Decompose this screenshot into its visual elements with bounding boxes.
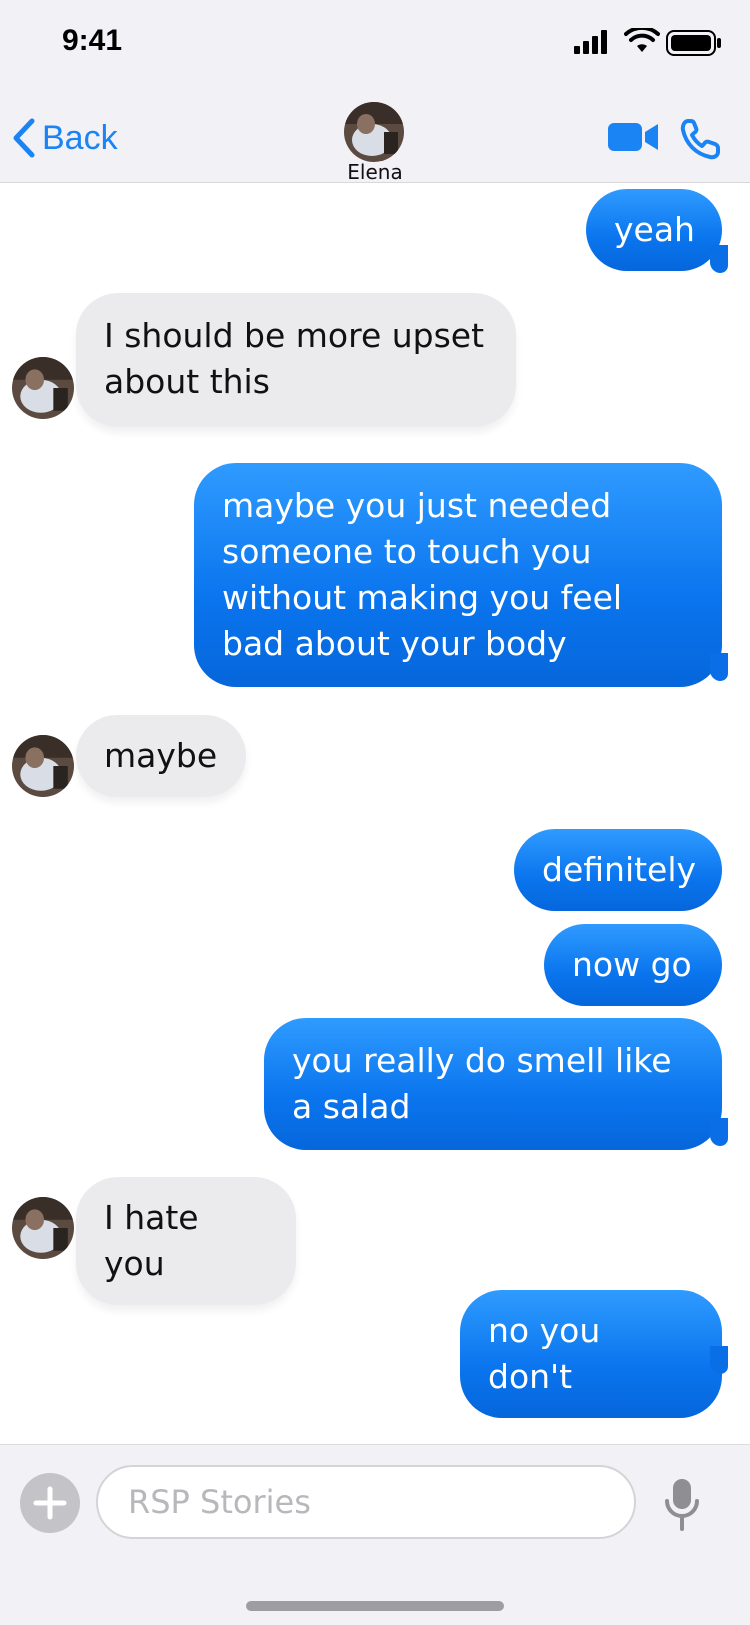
bubble-tail	[710, 653, 728, 681]
plus-icon	[33, 1486, 67, 1520]
battery-icon	[666, 30, 721, 56]
cellular-signal-icon	[574, 30, 607, 54]
bubble-tail	[710, 245, 728, 273]
video-camera-icon[interactable]	[608, 120, 660, 154]
contact-name: Elena	[347, 160, 403, 184]
sender-avatar[interactable]	[12, 1197, 74, 1259]
add-attachment-button[interactable]	[20, 1473, 80, 1533]
chevron-left-icon	[13, 118, 35, 158]
sender-avatar[interactable]	[12, 357, 74, 419]
conversation-header: Back Elena	[0, 88, 750, 184]
outgoing-message-bubble[interactable]: yeah	[586, 189, 722, 271]
message-input[interactable]	[96, 1465, 636, 1539]
contact-avatar[interactable]	[344, 102, 404, 162]
back-button[interactable]: Back	[12, 116, 118, 160]
outgoing-message-bubble[interactable]: maybe you just needed someone to touch y…	[194, 463, 722, 687]
incoming-message-bubble[interactable]: I should be more upset about this	[76, 293, 516, 427]
composer-bar	[0, 1444, 750, 1625]
incoming-message-bubble[interactable]: I hate you	[76, 1177, 296, 1305]
phone-icon[interactable]	[680, 118, 720, 160]
microphone-icon[interactable]	[664, 1477, 700, 1531]
message-thread[interactable]: yeah I should be more upset about this m…	[0, 183, 750, 1443]
home-indicator[interactable]	[246, 1601, 504, 1611]
outgoing-message-bubble[interactable]: definitely	[514, 829, 722, 911]
wifi-icon	[624, 28, 660, 52]
status-bar: 9:41	[0, 0, 750, 88]
outgoing-message-bubble[interactable]: no you don't	[460, 1290, 722, 1418]
back-label: Back	[42, 118, 118, 157]
bubble-tail	[710, 1346, 728, 1374]
outgoing-message-bubble[interactable]: you really do smell like a salad	[264, 1018, 722, 1150]
bubble-tail	[710, 1118, 728, 1146]
sender-avatar[interactable]	[12, 735, 74, 797]
status-time: 9:41	[62, 24, 123, 57]
outgoing-message-bubble[interactable]: now go	[544, 924, 722, 1006]
incoming-message-bubble[interactable]: maybe	[76, 715, 246, 797]
